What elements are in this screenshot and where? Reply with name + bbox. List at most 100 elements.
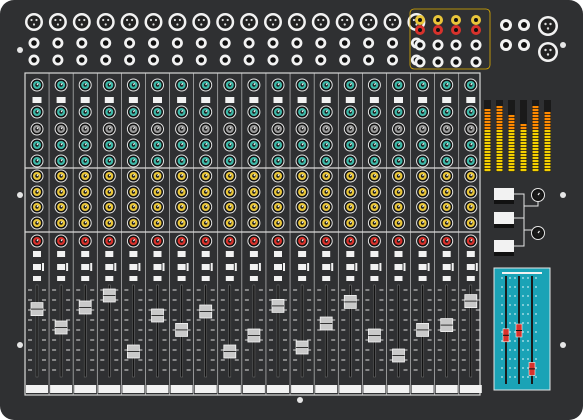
gain-knob[interactable] [223,78,237,92]
aux-return-jack[interactable] [450,56,462,68]
mid-eq-knob[interactable] [102,138,116,152]
xlr-input-jack[interactable] [72,13,91,31]
line-input-jack[interactable] [363,37,375,49]
mid-eq-knob[interactable] [464,138,478,152]
aux-send-knob[interactable] [54,216,68,230]
solo-button[interactable] [225,264,234,270]
gain-knob[interactable] [319,78,333,92]
lo-eq-knob[interactable] [392,154,405,168]
lo-eq-knob[interactable] [126,154,140,168]
solo-button[interactable] [81,264,90,270]
pan-knob[interactable] [54,234,68,248]
mid-freq-knob[interactable] [416,122,430,136]
line-input-jack[interactable] [100,37,112,49]
aux-send-knob[interactable] [271,200,285,214]
solo-button[interactable] [370,264,379,270]
aux-send-knob[interactable] [151,216,164,230]
pan-knob[interactable] [319,234,333,248]
aux-send-knob[interactable] [343,216,357,230]
pad-switch[interactable] [273,97,283,103]
aux-send-jack[interactable] [450,39,462,51]
channel-fader[interactable] [175,322,189,337]
gain-knob[interactable] [295,78,309,92]
insert-jack[interactable] [195,54,207,66]
aux-send-knob[interactable] [271,169,285,183]
gain-knob[interactable] [151,78,164,92]
assign-button[interactable] [394,276,403,281]
aux-send-knob[interactable] [175,185,189,199]
aux-send-knob[interactable] [295,216,309,230]
channel-fader[interactable] [127,344,140,359]
xlr-input-jack[interactable] [335,13,354,31]
aux-send-knob[interactable] [440,216,454,230]
solo-button[interactable] [57,264,66,270]
main-out-jack[interactable] [518,19,530,31]
mute-button[interactable] [129,251,138,257]
hi-eq-knob[interactable] [319,105,333,119]
mid-freq-knob[interactable] [175,122,189,136]
gain-knob[interactable] [54,78,68,92]
insert-jack[interactable] [291,54,303,66]
xlr-input-jack[interactable] [96,13,115,31]
hi-eq-knob[interactable] [151,105,164,119]
main-out-jack[interactable] [500,39,512,51]
mid-eq-knob[interactable] [223,138,237,152]
gain-knob[interactable] [343,78,357,92]
channel-fader[interactable] [247,328,261,343]
insert-jack[interactable] [243,54,255,66]
lo-eq-knob[interactable] [440,154,454,168]
aux-send-knob[interactable] [78,169,92,183]
mute-button[interactable] [57,251,66,257]
aux-send-knob[interactable] [416,169,430,183]
aux-send-knob[interactable] [392,169,405,183]
gain-knob[interactable] [271,78,285,92]
aux-send-knob[interactable] [223,200,237,214]
channel-fader[interactable] [199,304,213,319]
insert-jack[interactable] [124,54,136,66]
solo-button[interactable] [466,264,475,270]
solo-button[interactable] [322,264,331,270]
pad-switch[interactable] [249,97,259,103]
rca-jack[interactable] [451,25,461,35]
solo-button[interactable] [153,264,162,270]
insert-jack[interactable] [28,54,40,66]
gain-knob[interactable] [126,78,140,92]
mid-freq-knob[interactable] [440,122,454,136]
aux-send-knob[interactable] [30,216,44,230]
pad-switch[interactable] [345,97,355,103]
rca-jack[interactable] [433,25,443,35]
mid-eq-knob[interactable] [319,138,333,152]
aux-send-knob[interactable] [175,216,189,230]
aux-send-knob[interactable] [271,185,285,199]
mute-button[interactable] [322,251,331,257]
mid-freq-knob[interactable] [30,122,44,136]
mid-freq-knob[interactable] [126,122,140,136]
aux-send-knob[interactable] [247,216,261,230]
xlr-input-jack[interactable] [120,13,139,31]
routing-switch[interactable] [494,212,514,224]
aux-send-knob[interactable] [102,169,116,183]
mid-freq-knob[interactable] [295,122,309,136]
aux-send-knob[interactable] [440,200,454,214]
mid-freq-knob[interactable] [199,122,213,136]
main-out-jack[interactable] [500,19,512,31]
insert-jack[interactable] [363,54,375,66]
aux-send-knob[interactable] [343,185,357,199]
assign-button[interactable] [201,276,210,281]
hi-eq-knob[interactable] [416,105,430,119]
aux-send-knob[interactable] [464,169,478,183]
pan-knob[interactable] [175,234,189,248]
main-out-jack[interactable] [518,39,530,51]
channel-fader[interactable] [319,316,333,331]
aux-send-knob[interactable] [416,216,430,230]
line-input-jack[interactable] [387,37,398,49]
aux-send-knob[interactable] [54,200,68,214]
xlr-output-jack[interactable] [538,16,558,36]
line-input-jack[interactable] [291,37,303,49]
rca-jack[interactable] [471,25,481,35]
hi-eq-knob[interactable] [464,105,478,119]
gain-knob[interactable] [464,78,478,92]
aux-send-knob[interactable] [343,200,357,214]
aux-send-knob[interactable] [199,200,213,214]
mid-eq-knob[interactable] [440,138,454,152]
